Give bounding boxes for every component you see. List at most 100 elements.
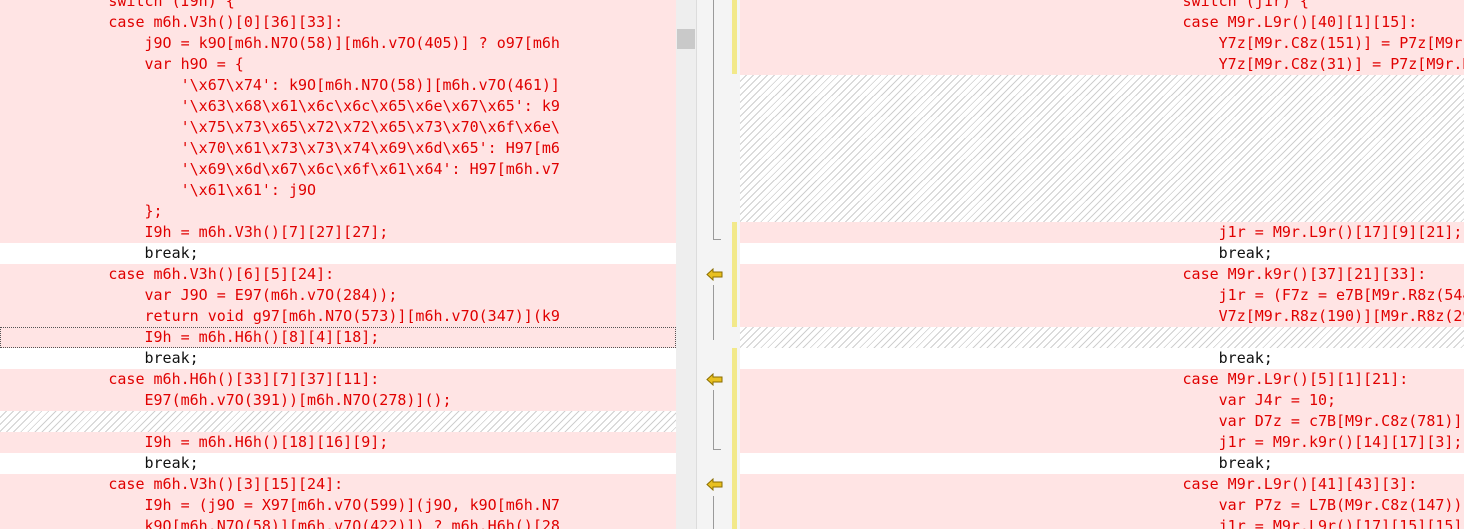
- code-line-text: j1r = M9r.L9r()[17][9][21];: [740, 223, 1463, 241]
- empty-diff-placeholder[interactable]: [740, 96, 1464, 117]
- code-line[interactable]: j1r = M9r.k9r()[14][17][3];: [740, 432, 1464, 453]
- code-line[interactable]: var J9O = E97(m6h.v7O(284));: [0, 285, 676, 306]
- code-line[interactable]: break;: [0, 348, 676, 369]
- right-editor-pane[interactable]: switch (j1r) { case M9r.L9r()[40][1][15]…: [740, 0, 1464, 529]
- code-line-text: var J9O = E97(m6h.v7O(284));: [0, 286, 398, 304]
- code-line-text: var D7z = c7B[M9r.C8z(781)](M9r.C8z(6: [1218, 412, 1464, 430]
- code-line[interactable]: '\x70\x61\x73\x73\x74\x69\x6d\x65': H97[…: [0, 138, 676, 159]
- code-line-text: case m6h.V3h()[0][36][33]:: [0, 13, 344, 31]
- code-line[interactable]: case M9r.L9r()[5][1][21]:: [740, 369, 1464, 390]
- code-line-text: case M9r.k9r()[37][21][33]:: [740, 265, 1427, 283]
- code-line[interactable]: case m6h.H6h()[33][7][37][11]:: [0, 369, 676, 390]
- code-line[interactable]: case m6h.V3h()[3][15][24]:: [0, 474, 676, 495]
- code-line-text: };: [0, 202, 163, 220]
- code-line-text: break;: [740, 349, 1273, 367]
- code-line-text: k9O[m6h.N7O(58)][m6h.v7O(422)]) ? m6h.H6…: [0, 517, 560, 529]
- code-line-text: '\x70\x61\x73\x73\x74\x69\x6d\x65': H97[…: [0, 139, 560, 157]
- code-line[interactable]: var J4r = 10;: [740, 390, 1464, 411]
- code-line-text: '\x69\x6d\x67\x6c\x6f\x61\x64': H97[m6h.…: [0, 160, 560, 178]
- code-line[interactable]: case M9r.L9r()[40][1][15]:: [740, 12, 1464, 33]
- empty-diff-placeholder[interactable]: [740, 180, 1464, 201]
- code-line[interactable]: break;: [740, 348, 1464, 369]
- code-line[interactable]: switch (I9h) {: [0, 0, 676, 12]
- code-line-text: case m6h.V3h()[3][15][24]:: [0, 475, 344, 493]
- code-line-text: case m6h.H6h()[33][7][37][11]:: [0, 370, 380, 388]
- code-line[interactable]: j1r = (F7z = e7B[M9r.R8z(544)](F7z, V: [740, 285, 1464, 306]
- code-line[interactable]: E97(m6h.v7O(391))[m6h.N7O(278)]();: [0, 390, 676, 411]
- code-line[interactable]: var P7z = L7B(M9r.C8z(147))[M9r.R8z(1: [740, 495, 1464, 516]
- code-line-text: case M9r.L9r()[41][43][3]:: [740, 475, 1418, 493]
- code-line[interactable]: '\x67\x74': k9O[m6h.N7O(58)][m6h.v7O(461…: [0, 75, 676, 96]
- code-line-text: case M9r.L9r()[40][1][15]:: [740, 13, 1418, 31]
- empty-diff-placeholder[interactable]: [740, 75, 1464, 96]
- code-line-text: I9h = m6h.V3h()[7][27][27];: [0, 223, 389, 241]
- copy-left-arrow-icon[interactable]: [706, 268, 723, 281]
- code-line[interactable]: break;: [740, 243, 1464, 264]
- code-line[interactable]: break;: [0, 453, 676, 474]
- left-scrollbar[interactable]: [676, 0, 697, 529]
- code-line-text: break;: [740, 454, 1273, 472]
- code-line[interactable]: '\x69\x6d\x67\x6c\x6f\x61\x64': H97[m6h.…: [0, 159, 676, 180]
- code-line-text: return void g97[m6h.N7O(573)][m6h.v7O(34…: [0, 307, 560, 325]
- code-line[interactable]: k9O[m6h.N7O(58)][m6h.v7O(422)]) ? m6h.H6…: [0, 516, 676, 529]
- code-line-text: break;: [0, 244, 199, 262]
- code-line[interactable]: I9h = (j9O = X97[m6h.v7O(599)](j9O, k9O[…: [0, 495, 676, 516]
- code-line[interactable]: Y7z[M9r.C8z(31)] = P7z[M9r.R8z(31)];: [740, 54, 1464, 75]
- code-line-text: E97(m6h.v7O(391))[m6h.N7O(278)]();: [0, 391, 452, 409]
- code-line[interactable]: j1r = M9r.L9r()[17][15][15];: [740, 516, 1464, 529]
- code-line-text: switch (j1r) {: [740, 0, 1309, 10]
- code-line[interactable]: '\x61\x61': j9O: [0, 180, 676, 201]
- connector-line: [713, 239, 721, 240]
- code-line-text: break;: [0, 349, 199, 367]
- connector-line: [713, 496, 714, 529]
- code-line[interactable]: break;: [740, 453, 1464, 474]
- code-line[interactable]: j9O = k9O[m6h.N7O(58)][m6h.v7O(405)] ? o…: [0, 33, 676, 54]
- code-line-text: var J4r = 10;: [740, 391, 1337, 409]
- code-line-text: '\x75\x73\x65\x72\x72\x65\x73\x70\x6f\x6…: [0, 118, 560, 136]
- code-line-text: j1r = M9r.k9r()[14][17][3];: [740, 433, 1463, 451]
- code-line[interactable]: };: [0, 201, 676, 222]
- code-line[interactable]: I9h = m6h.V3h()[7][27][27];: [0, 222, 676, 243]
- code-line[interactable]: return void g97[m6h.N7O(573)][m6h.v7O(34…: [0, 306, 676, 327]
- code-line-text: Y7z[M9r.C8z(151)] = P7z[M9r.R8z(151)]: [1218, 34, 1464, 52]
- code-line-text: j9O = k9O[m6h.N7O(58)][m6h.v7O(405)] ? o…: [0, 34, 560, 52]
- code-line-text: I9h = m6h.H6h()[8][4][18];: [0, 328, 380, 346]
- code-line[interactable]: I9h = m6h.H6h()[18][16][9];: [0, 432, 676, 453]
- copy-left-arrow-icon[interactable]: [706, 373, 723, 386]
- code-line-text: I9h = (j9O = X97[m6h.v7O(599)](j9O, k9O[…: [0, 496, 560, 514]
- change-marker: [732, 348, 737, 529]
- empty-diff-placeholder[interactable]: [740, 117, 1464, 138]
- empty-diff-placeholder[interactable]: [740, 159, 1464, 180]
- code-line[interactable]: var h9O = {: [0, 54, 676, 75]
- code-line-text: break;: [740, 244, 1273, 262]
- connector-line: [713, 0, 714, 240]
- code-line[interactable]: case m6h.V3h()[6][5][24]:: [0, 264, 676, 285]
- diff-gutter: [676, 0, 740, 529]
- code-line[interactable]: I9h = m6h.H6h()[8][4][18];: [0, 327, 676, 348]
- connector-line: [713, 390, 714, 450]
- code-line[interactable]: case m6h.V3h()[0][36][33]:: [0, 12, 676, 33]
- connector-line: [713, 285, 714, 340]
- code-line[interactable]: break;: [0, 243, 676, 264]
- change-marker: [732, 0, 737, 74]
- code-line[interactable]: j1r = M9r.L9r()[17][9][21];: [740, 222, 1464, 243]
- code-line[interactable]: '\x63\x68\x61\x6c\x6c\x65\x6e\x67\x65': …: [0, 96, 676, 117]
- code-line[interactable]: var D7z = c7B[M9r.C8z(781)](M9r.C8z(6: [740, 411, 1464, 432]
- code-line[interactable]: case M9r.L9r()[41][43][3]:: [740, 474, 1464, 495]
- code-line[interactable]: V7z[M9r.R8z(190)][M9r.R8z(298)]) ? M9: [740, 306, 1464, 327]
- empty-diff-placeholder[interactable]: [740, 201, 1464, 222]
- scrollbar-thumb[interactable]: [677, 29, 695, 49]
- left-editor-pane[interactable]: switch (I9h) { case m6h.V3h()[0][36][33]…: [0, 0, 676, 529]
- empty-diff-placeholder[interactable]: [0, 411, 676, 432]
- code-line[interactable]: Y7z[M9r.C8z(151)] = P7z[M9r.R8z(151)]: [740, 33, 1464, 54]
- empty-diff-placeholder[interactable]: [740, 138, 1464, 159]
- change-marker: [732, 222, 737, 327]
- code-line[interactable]: case M9r.k9r()[37][21][33]:: [740, 264, 1464, 285]
- code-line[interactable]: '\x75\x73\x65\x72\x72\x65\x73\x70\x6f\x6…: [0, 117, 676, 138]
- copy-left-arrow-icon[interactable]: [706, 478, 723, 491]
- empty-diff-placeholder[interactable]: [740, 327, 1464, 348]
- connector-line: [713, 449, 721, 450]
- code-line-text: break;: [0, 454, 199, 472]
- code-line[interactable]: switch (j1r) {: [740, 0, 1464, 12]
- code-line-text: '\x63\x68\x61\x6c\x6c\x65\x6e\x67\x65': …: [0, 97, 560, 115]
